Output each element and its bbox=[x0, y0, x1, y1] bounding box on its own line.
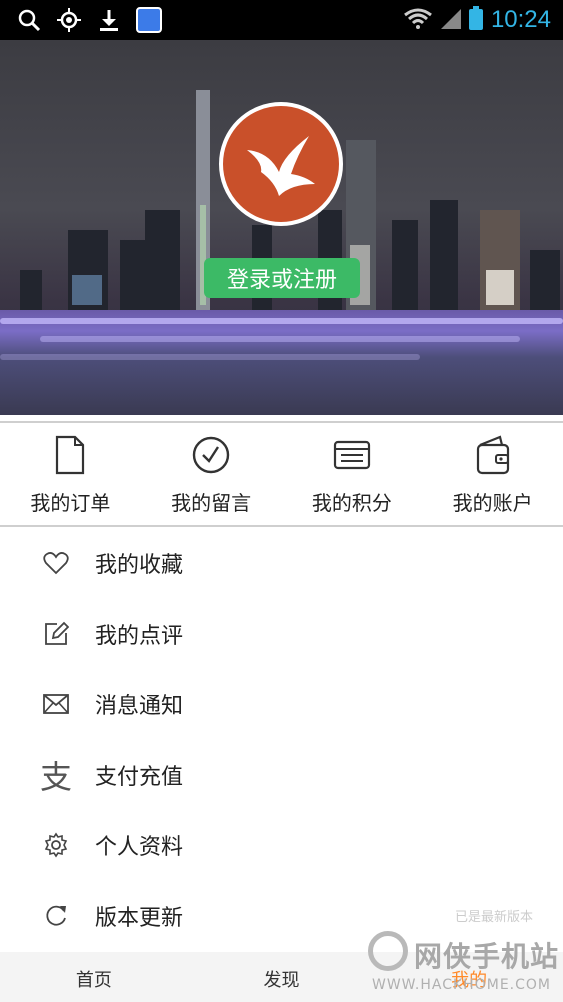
version-update-label: 版本更新 bbox=[95, 905, 184, 931]
card-icon bbox=[332, 433, 372, 477]
reviews-label: 我的点评 bbox=[95, 623, 184, 649]
refresh-icon bbox=[38, 898, 74, 934]
tab-discover[interactable]: 发现 bbox=[188, 952, 376, 1002]
heart-icon bbox=[38, 545, 74, 581]
signal-icon bbox=[440, 7, 461, 33]
my-messages-button[interactable]: 我的留言 bbox=[141, 423, 282, 525]
battery-icon bbox=[468, 6, 483, 34]
login-register-button[interactable]: 登录或注册 bbox=[204, 258, 360, 298]
avatar[interactable] bbox=[219, 102, 343, 226]
watermark-text: 网侠手机站 bbox=[414, 940, 560, 973]
favorites-label: 我的收藏 bbox=[95, 553, 184, 579]
my-account-button[interactable]: 我的账户 bbox=[422, 423, 563, 525]
clock-icon bbox=[191, 433, 231, 477]
bird-logo-icon bbox=[247, 136, 315, 196]
pay-icon: 支 bbox=[39, 757, 72, 796]
my-orders-label: 我的订单 bbox=[30, 491, 111, 515]
wallet-icon bbox=[473, 433, 513, 477]
baidu-icon bbox=[136, 7, 162, 33]
edit-icon bbox=[38, 616, 74, 652]
watermark: 网侠手机站 WWW.HACKHOME.COM bbox=[368, 925, 563, 1000]
divider bbox=[0, 525, 563, 527]
profile-item[interactable]: 个人资料 bbox=[0, 810, 563, 881]
status-time: 10:24 bbox=[490, 6, 551, 33]
payment-label: 支付充值 bbox=[95, 764, 184, 790]
river-reflection bbox=[0, 310, 563, 415]
gear-icon bbox=[38, 827, 74, 863]
download-icon bbox=[96, 7, 122, 33]
my-orders-button[interactable]: 我的订单 bbox=[0, 423, 141, 525]
my-account-label: 我的账户 bbox=[452, 491, 533, 515]
quick-actions: 我的订单 我的留言 我的积分 我的账户 bbox=[0, 423, 563, 525]
notifications-item[interactable]: 消息通知 bbox=[0, 669, 563, 740]
mail-icon bbox=[38, 686, 74, 722]
document-icon bbox=[50, 433, 90, 477]
status-bar: 10:24 bbox=[0, 0, 563, 40]
favorites-item[interactable]: 我的收藏 bbox=[0, 528, 563, 599]
profile-label: 个人资料 bbox=[95, 835, 184, 861]
profile-banner: 登录或注册 bbox=[0, 40, 563, 415]
menu-list: 我的收藏 我的点评 消息通知 支 支付充值 个人资料 版本更新 已是最新版本 bbox=[0, 528, 563, 951]
my-points-button[interactable]: 我的积分 bbox=[282, 423, 423, 525]
my-points-label: 我的积分 bbox=[311, 491, 392, 515]
watermark-url: WWW.HACKHOME.COM bbox=[372, 977, 551, 993]
watermark-logo-icon bbox=[368, 931, 408, 971]
version-status: 已是最新版本 bbox=[454, 910, 533, 926]
wifi-icon bbox=[403, 7, 433, 33]
payment-item[interactable]: 支 支付充值 bbox=[0, 740, 563, 811]
my-messages-label: 我的留言 bbox=[171, 491, 252, 515]
notifications-label: 消息通知 bbox=[95, 694, 184, 720]
gps-icon bbox=[56, 7, 82, 33]
reviews-item[interactable]: 我的点评 bbox=[0, 599, 563, 670]
tab-home[interactable]: 首页 bbox=[0, 952, 188, 1002]
search-icon bbox=[16, 7, 42, 33]
